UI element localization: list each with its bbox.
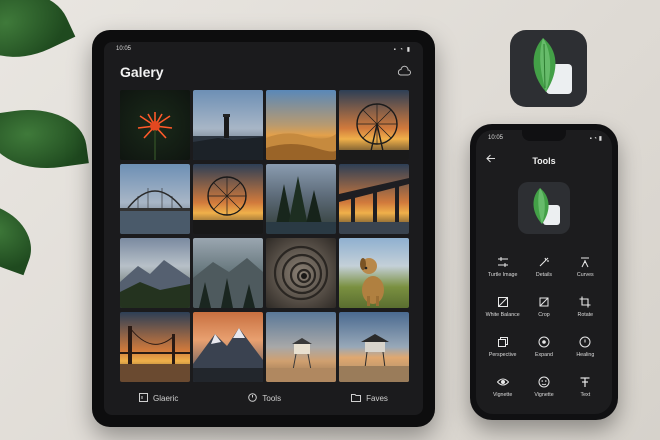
photo-tile-mountain-valley[interactable]	[120, 238, 190, 308]
photo-tile-bridge[interactable]	[120, 164, 190, 234]
tool-label: Curves	[576, 272, 594, 278]
photo-tile-pine-forest[interactable]	[266, 164, 336, 234]
tune-icon	[497, 256, 509, 268]
nav-label: Glaeric	[153, 393, 179, 403]
tool-label: Details	[535, 272, 553, 278]
tools-grid: Turtle Image Details Curves White Balanc…	[482, 256, 606, 414]
tool-crop[interactable]: Crop	[523, 296, 564, 336]
tool-rotate[interactable]: Rotate	[565, 296, 606, 336]
nav-label: Faves	[366, 393, 388, 403]
eye-icon	[496, 376, 509, 388]
tool-label: White Balance	[485, 312, 520, 318]
photo-tile-misty-forest[interactable]	[193, 238, 263, 308]
status-bar: 10:05 ▪ ◔ ▮	[488, 135, 602, 142]
phone-device: 10:05 ▪ ◔ ▮ Tools Turtle Image Details C…	[470, 124, 618, 420]
curves-icon	[579, 256, 591, 268]
leaf-decoration	[0, 0, 76, 77]
perspective-icon	[497, 336, 509, 348]
tool-label: Healing	[576, 352, 595, 358]
tablet-device: 10:05 ▪ ◔ ▮ Galery Glaeric Tools Faves	[92, 30, 435, 427]
tool-label: Perspective	[488, 352, 517, 358]
tool-label: Text	[580, 392, 591, 398]
nav-label: Tools	[262, 393, 282, 403]
photo-grid	[120, 90, 409, 382]
status-time: 10:05	[116, 46, 132, 52]
page-title: Tools	[532, 156, 556, 166]
details-icon	[538, 256, 550, 268]
photo-tile-dog[interactable]	[339, 238, 409, 308]
nav-item-gallery[interactable]: Glaeric	[139, 392, 179, 404]
crop-icon	[538, 296, 550, 308]
white-balance-icon	[497, 296, 509, 308]
status-time: 10:05	[488, 135, 504, 141]
tool-curves[interactable]: Curves	[565, 256, 606, 296]
nav-item-tools[interactable]: Tools	[248, 392, 282, 404]
status-bar: 10:05 ▪ ◔ ▮	[116, 46, 411, 56]
bottom-nav: Glaeric Tools Faves	[104, 381, 423, 415]
tool-label: Vignette	[534, 392, 554, 398]
tool-label: Vignette	[492, 392, 513, 398]
tool-text[interactable]: Text	[565, 376, 606, 414]
tool-vignette[interactable]: Vignette	[482, 376, 523, 414]
status-icons: ▪ ◔ ▮	[589, 136, 602, 142]
healing-icon	[579, 336, 591, 348]
tool-white-balance[interactable]: White Balance	[482, 296, 523, 336]
tool-perspective[interactable]: Perspective	[482, 336, 523, 376]
photo-tile-red-flower[interactable]	[120, 90, 190, 160]
tool-healing[interactable]: Healing	[565, 336, 606, 376]
tools-icon	[248, 392, 258, 404]
photo-tile-beach-hut[interactable]	[339, 312, 409, 382]
tool-label: Expand	[535, 352, 553, 358]
leaf-decoration	[0, 199, 43, 276]
status-icons: ▪ ◔ ▮	[393, 47, 411, 53]
leaf-decoration	[0, 101, 89, 177]
photo-tile-lifeguard-tower[interactable]	[266, 312, 336, 382]
tool-label: Crop	[538, 312, 550, 318]
photo-tile-golden-gate[interactable]	[120, 312, 190, 382]
photo-tile-lighthouse[interactable]	[193, 90, 263, 160]
phone-screen: 10:05 ▪ ◔ ▮ Tools Turtle Image Details C…	[476, 130, 612, 414]
page-title: Galery	[120, 64, 164, 80]
photo-tile-desert-dunes[interactable]	[266, 90, 336, 160]
photo-tile-ferris-wheel[interactable]	[339, 90, 409, 160]
snapseed-logo-icon	[518, 182, 570, 234]
photo-tile-spiral-stone[interactable]	[266, 238, 336, 308]
tablet-screen: 10:05 ▪ ◔ ▮ Galery Glaeric Tools Faves	[104, 42, 423, 415]
rotate-icon	[579, 296, 591, 308]
expand-icon	[538, 336, 550, 348]
tool-tune-image[interactable]: Turtle Image	[482, 256, 523, 296]
photo-tile-highway-bridge[interactable]	[339, 164, 409, 234]
tool-expand[interactable]: Expand	[523, 336, 564, 376]
nav-item-faves[interactable]: Faves	[351, 393, 388, 404]
cloud-icon[interactable]	[397, 65, 411, 77]
tool-vignette-alt[interactable]: Vignette	[523, 376, 564, 414]
image-icon	[139, 392, 149, 404]
photo-tile-snowy-peaks[interactable]	[193, 312, 263, 382]
photo-tile-ferris-wheel-dusk[interactable]	[193, 164, 263, 234]
tool-details[interactable]: Details	[523, 256, 564, 296]
text-icon	[579, 376, 591, 388]
face-icon	[538, 376, 550, 388]
folder-icon	[351, 393, 362, 404]
snapseed-app-icon	[510, 30, 587, 107]
tool-label: Rotate	[577, 312, 594, 318]
tool-label: Turtle Image	[487, 272, 518, 278]
